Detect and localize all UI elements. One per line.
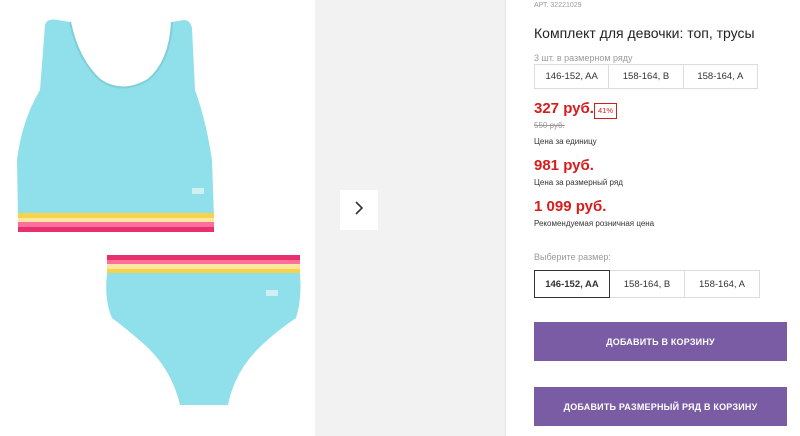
add-to-cart-button[interactable]: ДОБАВИТЬ В КОРЗИНУ <box>534 322 787 361</box>
article-number: АРТ. 32221029 <box>534 2 582 9</box>
series-sizes: 146-152, AA 158-164, B 158-164, A <box>534 64 758 89</box>
top-garment <box>17 19 214 232</box>
size-option-1[interactable]: 146-152, AA <box>534 270 610 298</box>
series-count: 3 шт. в размерном ряду <box>534 53 633 63</box>
series-size-3: 158-164, A <box>682 65 757 88</box>
rrp-label: Рекомендуемая розничная цена <box>534 219 655 228</box>
size-option-2[interactable]: 158-164, B <box>610 270 685 298</box>
unit-price-label: Цена за единицу <box>534 137 597 146</box>
chevron-right-icon <box>353 200 365 221</box>
series-size-2: 158-164, B <box>608 65 682 88</box>
old-price: 550 руб. <box>534 121 565 130</box>
series-size-1: 146-152, AA <box>545 71 598 82</box>
product-image <box>17 19 301 405</box>
divider <box>505 0 506 436</box>
bottom-garment <box>106 255 301 405</box>
rrp-price: 1 099 руб. <box>534 198 607 215</box>
series-price-label: Цена за размерный ряд <box>534 178 623 187</box>
size-option-3[interactable]: 158-164, A <box>685 270 760 298</box>
unit-price: 327 руб. <box>534 100 594 117</box>
next-image-button[interactable] <box>340 190 378 230</box>
size-selector: 146-152, AA 158-164, B 158-164, A <box>534 270 760 298</box>
series-price: 981 руб. <box>534 157 594 174</box>
discount-badge: 41% <box>594 103 618 119</box>
product-title: Комплект для девочки: топ, трусы <box>534 25 755 41</box>
size-select-label: Выберите размер: <box>534 252 611 262</box>
add-series-to-cart-button[interactable]: ДОБАВИТЬ РАЗМЕРНЫЙ РЯД В КОРЗИНУ <box>534 387 787 426</box>
product-image-panel <box>0 0 315 436</box>
